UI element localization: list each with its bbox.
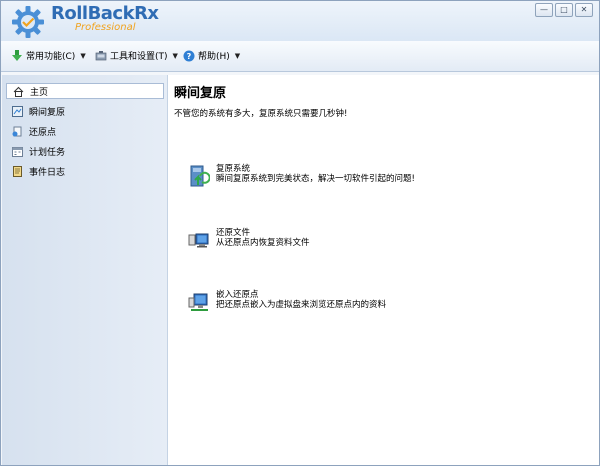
sidebar-item-label: 计划任务 bbox=[29, 147, 66, 158]
action-description: 瞬间复原系统到完美状态，解决一切软件引起的问题! bbox=[216, 174, 415, 184]
title-bar: RollBackRx Professional — □ ✕ bbox=[1, 1, 599, 41]
sidebar-item-label: 还原点 bbox=[29, 127, 57, 138]
sidebar-item-instant-restore[interactable]: 瞬间复原 bbox=[6, 103, 164, 119]
action-title: 还原文件 bbox=[216, 228, 251, 238]
mount-snapshot-icon bbox=[188, 293, 208, 311]
action-mount-snapshot[interactable]: 嵌入还原点 把还原点嵌入为虚拟盘来浏览还原点内的资料 bbox=[188, 289, 386, 315]
tools-icon bbox=[95, 50, 107, 60]
menu-bar: 常用功能(C) ▼ 工具和设置(T) ▼ ? 帮助(H) ▼ bbox=[1, 41, 599, 72]
menu-label: 帮助(H) bbox=[198, 52, 230, 62]
sidebar-item-scheduled-tasks[interactable]: 计划任务 bbox=[6, 143, 164, 159]
snapshot-icon bbox=[12, 126, 22, 136]
menu-label: 工具和设置(T) bbox=[110, 52, 168, 62]
gear-logo-icon bbox=[12, 6, 44, 38]
dropdown-arrow-icon: ▼ bbox=[234, 51, 241, 60]
action-title: 复原系统 bbox=[216, 164, 251, 174]
dropdown-arrow-icon: ▼ bbox=[80, 51, 86, 60]
svg-text:?: ? bbox=[187, 52, 192, 61]
sidebar: 主页 瞬间复原 还原点 计划任务 事件日志 bbox=[2, 75, 168, 465]
download-icon bbox=[12, 49, 22, 61]
menu-label: 常用功能(C) bbox=[26, 52, 76, 62]
help-icon: ? bbox=[183, 50, 195, 61]
menu-help[interactable]: ? 帮助(H) ▼ bbox=[183, 49, 240, 62]
maximize-button[interactable]: □ bbox=[555, 3, 573, 17]
minimize-button[interactable]: — bbox=[535, 3, 553, 17]
page-title: 瞬间复原 bbox=[174, 86, 227, 101]
sidebar-item-snapshots[interactable]: 还原点 bbox=[6, 123, 164, 139]
sidebar-item-label: 瞬间复原 bbox=[29, 107, 66, 118]
sidebar-item-event-log[interactable]: 事件日志 bbox=[6, 163, 164, 179]
brand-edition: Professional bbox=[75, 22, 136, 33]
window-controls: — □ ✕ bbox=[535, 3, 593, 17]
main-content: 瞬间复原 不管您的系统有多大，复原系统只需要几秒钟! 复原系统 瞬间复原系统到完… bbox=[168, 75, 599, 465]
action-title: 嵌入还原点 bbox=[216, 290, 259, 300]
log-icon bbox=[13, 165, 22, 177]
home-icon bbox=[13, 86, 24, 97]
restore-icon bbox=[12, 105, 23, 117]
brand-name: RollBackRx bbox=[51, 3, 159, 24]
brand: RollBackRx Professional bbox=[51, 5, 159, 33]
menu-common-functions[interactable]: 常用功能(C) ▼ bbox=[11, 49, 86, 62]
page-subtitle: 不管您的系统有多大，复原系统只需要几秒钟! bbox=[174, 109, 348, 119]
action-restore-files[interactable]: 还原文件 从还原点内恢复资料文件 bbox=[188, 227, 310, 253]
sidebar-item-label: 事件日志 bbox=[29, 167, 66, 178]
menu-tools-settings[interactable]: 工具和设置(T) ▼ bbox=[95, 49, 178, 62]
sidebar-item-home[interactable]: 主页 bbox=[6, 83, 164, 99]
sidebar-item-label: 主页 bbox=[30, 87, 49, 98]
action-description: 把还原点嵌入为虚拟盘来浏览还原点内的资料 bbox=[216, 300, 387, 310]
close-button[interactable]: ✕ bbox=[575, 3, 593, 17]
system-restore-icon bbox=[190, 165, 210, 187]
dropdown-arrow-icon: ▼ bbox=[172, 51, 178, 60]
action-description: 从还原点内恢复资料文件 bbox=[216, 238, 310, 248]
file-restore-icon bbox=[188, 233, 209, 248]
action-restore-system[interactable]: 复原系统 瞬间复原系统到完美状态，解决一切软件引起的问题! bbox=[188, 163, 415, 189]
schedule-icon bbox=[12, 146, 23, 157]
app-window: RollBackRx Professional — □ ✕ 常用功能(C) ▼ … bbox=[0, 0, 600, 466]
